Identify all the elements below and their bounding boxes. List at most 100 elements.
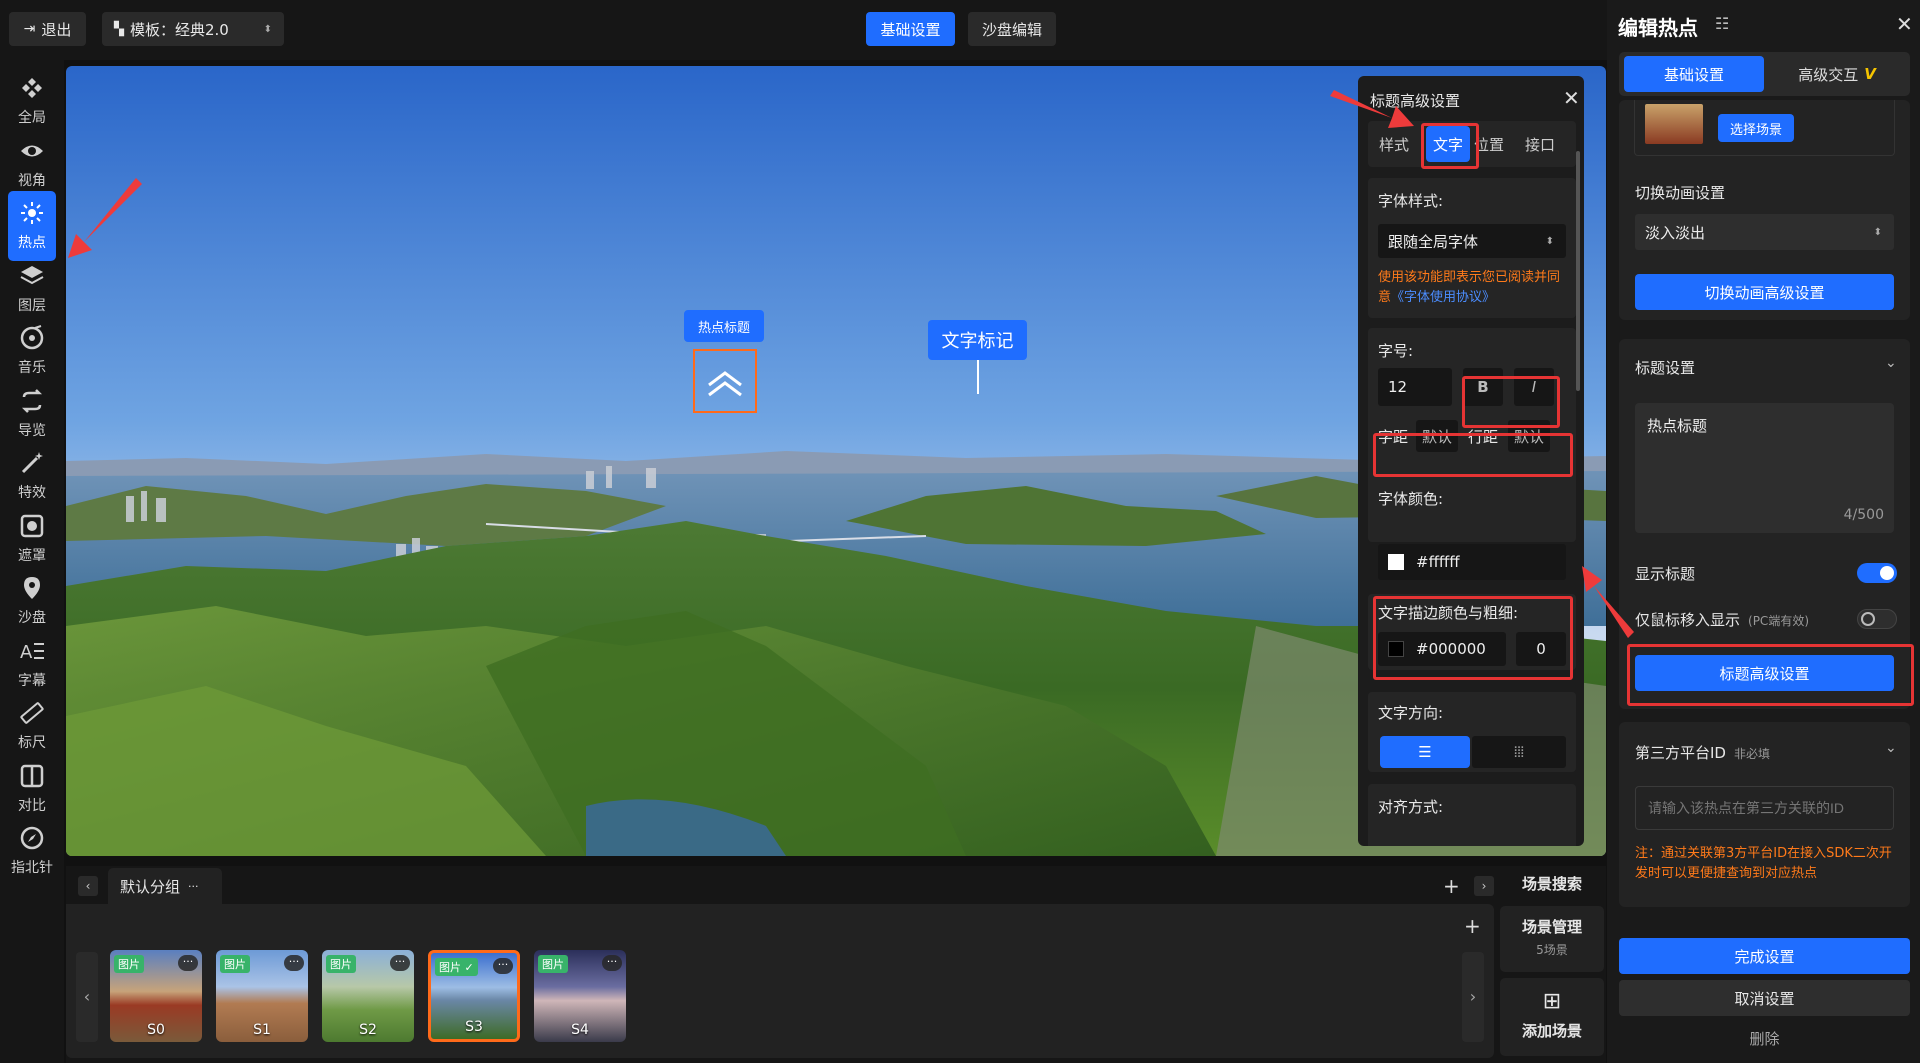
- compare-icon: [20, 764, 44, 787]
- tab-position[interactable]: 位置: [1474, 134, 1504, 155]
- bold-button[interactable]: B: [1463, 368, 1503, 406]
- scene-thumb-selected[interactable]: 图片 ✓ ··· S3: [428, 950, 520, 1042]
- scene-tag: 图片: [326, 955, 356, 973]
- cancel-button[interactable]: 取消设置: [1619, 980, 1910, 1016]
- add-scene-button[interactable]: ⊞ 添加场景: [1500, 978, 1604, 1056]
- scene-tag: 图片: [220, 955, 250, 973]
- sidebar-item-3[interactable]: 图层: [8, 254, 56, 324]
- stroke-color-input[interactable]: #000000: [1378, 632, 1506, 666]
- collapse-panel-icon[interactable]: ☷: [1715, 14, 1729, 33]
- scene-more-icon[interactable]: ···: [284, 955, 304, 971]
- scene-manage-button[interactable]: 场景管理 5场景: [1500, 906, 1604, 972]
- letter-spacing-value[interactable]: 默认: [1416, 420, 1458, 452]
- sidebar-item-11[interactable]: 对比: [8, 754, 56, 824]
- close-panel-icon[interactable]: ✕: [1896, 12, 1913, 36]
- scene-search-button[interactable]: 场景搜索: [1500, 870, 1604, 898]
- panel-scrollbar[interactable]: [1576, 151, 1580, 391]
- tab-text[interactable]: 文字: [1426, 126, 1470, 162]
- sidebar-item-6[interactable]: 特效: [8, 441, 56, 511]
- scene-thumb[interactable]: 图片 ··· S4: [534, 950, 626, 1042]
- color-swatch-black[interactable]: [1388, 641, 1404, 657]
- updown-icon: ⬍: [1545, 235, 1554, 247]
- color-swatch-white[interactable]: [1388, 554, 1404, 570]
- third-party-id-input[interactable]: [1635, 786, 1894, 830]
- sidebar-item-7[interactable]: 遮罩: [8, 504, 56, 574]
- sidebar-item-label: 指北针: [11, 860, 53, 876]
- italic-button[interactable]: I: [1514, 368, 1554, 406]
- sidebar-item-0[interactable]: 全局: [8, 66, 56, 136]
- chevron-down-icon[interactable]: ⌄: [1885, 740, 1897, 756]
- title-textarea[interactable]: 热点标题 4/500: [1635, 403, 1894, 533]
- scene-thumb[interactable]: 图片 ··· S2: [322, 950, 414, 1042]
- sidebar-item-10[interactable]: 标尺: [8, 691, 56, 761]
- sidebar-item-9[interactable]: A 字幕: [8, 629, 56, 699]
- add-group-icon[interactable]: +: [1443, 874, 1460, 898]
- sidebar-item-8[interactable]: 沙盘: [8, 566, 56, 636]
- scene-name: S3: [465, 1019, 483, 1035]
- group-tab[interactable]: 默认分组 ···: [108, 868, 222, 904]
- chevron-down-icon[interactable]: ⌄: [1885, 355, 1897, 371]
- font-color-input[interactable]: #ffffff: [1378, 544, 1566, 580]
- done-button[interactable]: 完成设置: [1619, 938, 1910, 974]
- scene-name: S4: [571, 1022, 589, 1038]
- title-settings-section: 标题设置 ⌄ 热点标题 4/500 显示标题 仅鼠标移入显示 (PC端有效) 标…: [1619, 339, 1910, 709]
- scene-thumb[interactable]: 图片 ··· S1: [216, 950, 308, 1042]
- scene-tag: 图片: [538, 955, 568, 973]
- sidebar-item-1[interactable]: 视角: [8, 129, 56, 199]
- tab-advanced-label: 高级交互: [1798, 65, 1859, 84]
- scene-more-icon[interactable]: ···: [493, 958, 513, 974]
- tab-style[interactable]: 样式: [1379, 134, 1409, 155]
- scene-name: S2: [359, 1022, 377, 1038]
- line-height-value[interactable]: 默认: [1508, 420, 1550, 452]
- stroke-width-input[interactable]: 0: [1516, 632, 1566, 666]
- sidebar-item-label: 标尺: [18, 735, 46, 751]
- delete-button[interactable]: 删除: [1619, 1028, 1910, 1049]
- stroke-color-value: #000000: [1416, 640, 1486, 658]
- scene-more-icon[interactable]: ···: [602, 955, 622, 971]
- font-select[interactable]: 跟随全局字体 ⬍: [1378, 224, 1566, 258]
- vertical-text-button[interactable]: ⦙⦙⦙: [1472, 736, 1566, 768]
- eye-icon: [21, 145, 43, 156]
- choose-scene-button[interactable]: 选择场景: [1718, 114, 1794, 142]
- tab-sandbox-edit[interactable]: 沙盘编辑: [968, 12, 1056, 46]
- font-license-link[interactable]: 《字体使用协议》: [1391, 290, 1495, 305]
- toggle-knob: [1880, 566, 1894, 580]
- scene-more-icon[interactable]: ···: [390, 955, 410, 971]
- scroll-left-button[interactable]: ‹: [76, 952, 98, 1042]
- show-title-toggle[interactable]: [1857, 563, 1897, 583]
- expand-right-icon[interactable]: ›: [1474, 876, 1494, 896]
- template-selector[interactable]: ▚ 模板：经典2.0 ⬍: [102, 12, 284, 46]
- tab-advanced-interaction[interactable]: 高级交互 V: [1767, 56, 1907, 92]
- scene-preview-thumbnail: [1645, 104, 1703, 144]
- hover-only-toggle[interactable]: [1857, 609, 1897, 629]
- exit-button[interactable]: ⇥ 退出: [9, 12, 86, 46]
- sidebar-item-12[interactable]: 指北针: [8, 816, 56, 886]
- scroll-right-button[interactable]: ›: [1462, 952, 1484, 1042]
- hotspot-marker[interactable]: [693, 349, 757, 413]
- edit-hotspot-panel: 编辑热点 ☷ ✕ 基础设置 高级交互 V 选择场景 切换动画设置 淡入淡出 ⬍ …: [1607, 0, 1920, 1063]
- sidebar-item-2[interactable]: 热点: [8, 191, 56, 261]
- tab-interface[interactable]: 接口: [1525, 134, 1555, 155]
- map-pin-icon: [24, 577, 40, 599]
- tab-basic[interactable]: 基础设置: [1624, 56, 1764, 92]
- group-more-icon[interactable]: ···: [188, 880, 199, 893]
- add-scene-plus-icon[interactable]: +: [1464, 914, 1481, 938]
- hotspot-title-label[interactable]: 热点标题: [684, 310, 764, 342]
- text-marker[interactable]: 文字标记: [928, 320, 1027, 360]
- close-icon[interactable]: ✕: [1563, 86, 1580, 110]
- font-size-input[interactable]: 12: [1378, 368, 1452, 406]
- horizontal-text-button[interactable]: ☰: [1380, 736, 1470, 768]
- sidebar-item-4[interactable]: 音乐: [8, 316, 56, 386]
- scene-more-icon[interactable]: ···: [178, 955, 198, 971]
- collapse-left-icon[interactable]: ‹: [78, 876, 98, 896]
- sidebar-item-5[interactable]: 导览: [8, 379, 56, 449]
- transition-select[interactable]: 淡入淡出 ⬍: [1635, 214, 1894, 250]
- sidebar-item-label: 音乐: [18, 360, 46, 376]
- hover-only-note: (PC端有效): [1748, 614, 1809, 628]
- top-bar: ⇥ 退出 ▚ 模板：经典2.0 ⬍ 基础设置 沙盘编辑: [0, 0, 1607, 60]
- magic-wand-icon: [21, 452, 43, 474]
- transition-advanced-button[interactable]: 切换动画高级设置: [1635, 274, 1894, 310]
- title-advanced-button[interactable]: 标题高级设置: [1635, 655, 1894, 691]
- tab-basic-settings[interactable]: 基础设置: [866, 12, 955, 46]
- scene-thumb[interactable]: 图片 ··· S0: [110, 950, 202, 1042]
